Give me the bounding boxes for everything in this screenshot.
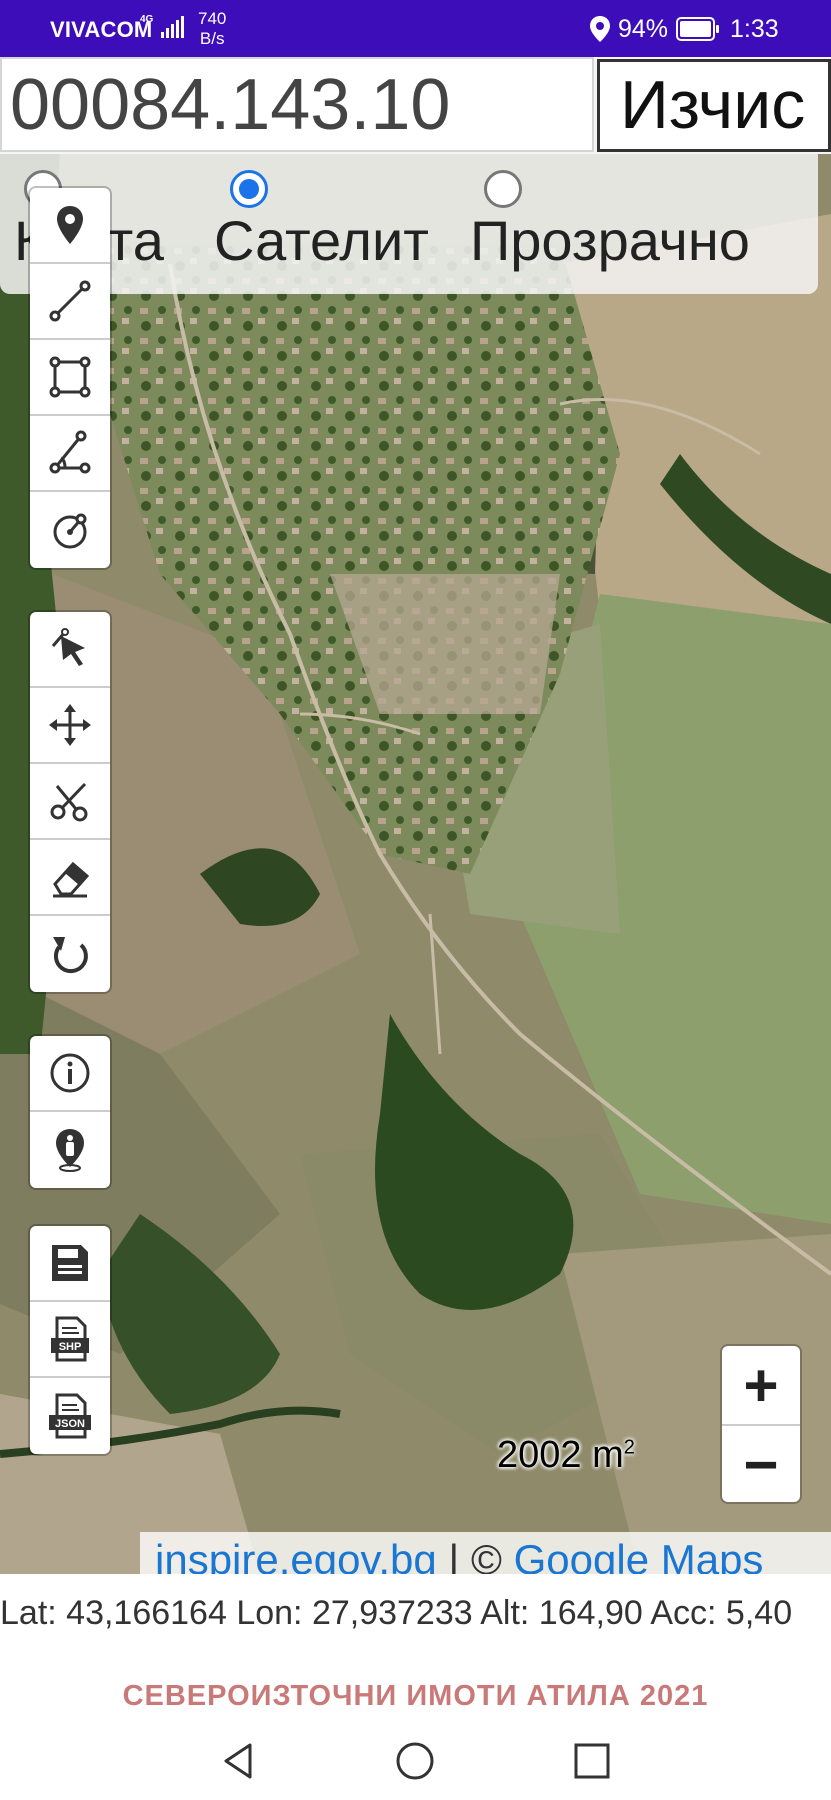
circle-icon[interactable] (30, 492, 110, 568)
layer-label-satellite[interactable]: Сателит (214, 208, 429, 273)
svg-text:JSON: JSON (55, 1418, 85, 1430)
select-icon[interactable] (30, 612, 110, 688)
app-footer-title: СЕВЕРОИЗТОЧНИ ИМОТИ АТИЛА 2021 (122, 1680, 709, 1712)
parcel-id-input[interactable]: 00084.143.10 (0, 57, 594, 152)
zoom-control: + − (722, 1346, 800, 1502)
calculate-button[interactable]: Изчис (597, 59, 831, 152)
info-toolbar (30, 1036, 110, 1188)
home-icon[interactable] (395, 1741, 435, 1781)
back-icon[interactable] (218, 1741, 258, 1781)
layer-selector: Карта Сателит Прозрачно (0, 154, 818, 294)
angle-icon[interactable] (30, 416, 110, 492)
json-icon[interactable]: JSON (30, 1378, 110, 1454)
shp-icon[interactable]: SHP (30, 1302, 110, 1378)
search-bar: 00084.143.10 Изчис (0, 57, 831, 154)
attribution-link-inspire[interactable]: inspire.egov.bg (155, 1536, 437, 1574)
rotate-icon[interactable] (30, 916, 110, 992)
area-measurement: 2002 m2 (497, 1434, 635, 1476)
radio-satellite[interactable] (230, 170, 268, 208)
polygon-icon[interactable] (30, 340, 110, 416)
location-icon (590, 16, 610, 42)
satellite-imagery (0, 154, 831, 1574)
system-nav-bar (0, 1725, 831, 1800)
recents-icon[interactable] (572, 1741, 612, 1781)
svg-text:SHP: SHP (59, 1341, 82, 1353)
draw-toolbar (30, 188, 110, 568)
gps-coordinates: Lat: 43,166164 Lon: 27,937233 Alt: 164,9… (0, 1594, 793, 1632)
save-icon[interactable] (30, 1226, 110, 1302)
my-location-icon[interactable] (30, 1112, 110, 1188)
map-attribution: inspire.egov.bg | © Google Maps (140, 1532, 831, 1574)
radio-transparent[interactable] (484, 170, 522, 208)
zoom-in-button[interactable]: + (722, 1346, 800, 1424)
cut-icon[interactable] (30, 764, 110, 840)
status-bar: VIVACOM 4G 740 B/s 94% 1:33 (0, 0, 831, 57)
zoom-out-button[interactable]: − (722, 1424, 800, 1502)
edit-toolbar (30, 612, 110, 992)
signal-icon (161, 16, 184, 38)
attribution-link-google[interactable]: Google Maps (514, 1536, 764, 1574)
battery-percent: 94% (618, 15, 669, 43)
attribution-separator: | © (436, 1536, 514, 1574)
network-speed: 740 B/s (198, 9, 227, 48)
info-icon[interactable] (30, 1036, 110, 1112)
carrier-name: VIVACOM (50, 17, 153, 42)
clock: 1:33 (730, 15, 779, 43)
battery-icon (676, 17, 719, 41)
export-toolbar: SHP JSON (30, 1226, 110, 1454)
line-icon[interactable] (30, 264, 110, 340)
network-type: 4G (140, 14, 154, 25)
eraser-icon[interactable] (30, 840, 110, 916)
marker-icon[interactable] (30, 188, 110, 264)
layer-label-transparent[interactable]: Прозрачно (470, 208, 750, 273)
move-icon[interactable] (30, 688, 110, 764)
map-view[interactable]: Карта Сателит Прозрачно (0, 154, 831, 1574)
